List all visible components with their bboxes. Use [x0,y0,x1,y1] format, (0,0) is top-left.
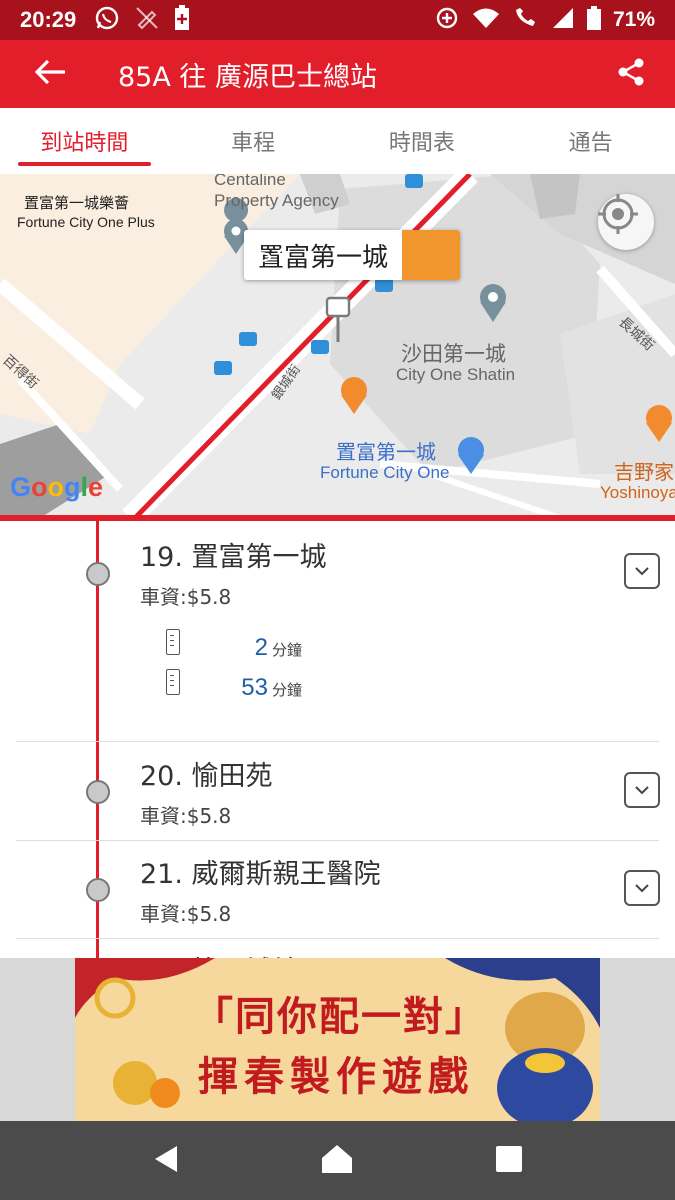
no-edit-icon [134,5,160,35]
battery-icon [586,6,601,34]
stop-dot [86,878,110,902]
map-label-fortune-city-en: Fortune City One [320,463,450,482]
back-button[interactable] [0,40,100,108]
system-nav-bar [0,1121,675,1200]
whatsapp-icon [94,5,120,35]
list-item-stop-21[interactable]: 21. 威爾斯親王醫院 車資:$5.8 [0,841,675,939]
map-label-fortune-plus-en: Fortune City One Plus [17,214,155,230]
stop-name: 21. 威爾斯親王醫院 [140,859,381,890]
eta-unit: 分鐘 [272,681,303,699]
nav-home-button[interactable] [307,1131,367,1191]
map-label-fortune-plus-zh: 置富第一城樂薈 [24,195,130,212]
stop-name: 20. 愉田苑 [140,761,273,792]
stop-fare: 車資:$5.8 [140,902,232,926]
ad-subheadline: 揮春製作遊戲 [198,1054,474,1100]
stop-list[interactable]: 19. 置富第一城 車資:$5.8 2 分鐘 53 分鐘 20. 愉田苑 車資:… [0,521,675,958]
map-label-city-one-zh: 沙田第一城 [401,343,506,366]
ad-banner[interactable]: 「同你配一對」 揮春製作遊戲 [75,958,600,1121]
list-item-stop-22[interactable]: 22. 第一城站 [0,939,675,958]
eta-value: 2 [254,634,268,661]
map-label-centaline: Centaline [214,174,286,189]
ad-headline: 「同你配一對」 [193,994,487,1040]
eta-unit: 分鐘 [272,641,303,659]
arrow-left-icon [33,58,67,90]
stop-dot [86,780,110,804]
eta-row: 2 分鐘 [166,629,302,662]
status-bar: 20:29 71% [0,0,675,40]
list-item-stop-19[interactable]: 19. 置富第一城 車資:$5.8 2 分鐘 53 分鐘 [0,521,675,741]
tab-bar: 到站時間 車程 時間表 通告 [0,108,675,174]
map-label-fortune-city-zh: 置富第一城 [336,442,436,464]
tab-arrival-time[interactable]: 到站時間 [0,108,169,174]
wifi-calling-icon [513,6,539,34]
route-map[interactable]: 置富第一城樂薈 Fortune City One Plus Centaline … [0,174,675,518]
map-label-property-agency: Property Agency [214,191,339,210]
tab-indicator [18,162,151,166]
ad-area: 「同你配一對」 揮春製作遊戲 [0,958,675,1121]
app-bar: 85A 往 廣源巴士總站 [0,40,675,108]
stop-dot [86,562,110,586]
wifi-icon [471,6,501,34]
list-item-stop-20[interactable]: 20. 愉田苑 車資:$5.8 [0,742,675,840]
map-label-city-one-en: City One Shatin [396,365,516,384]
battery-percent: 71% [612,8,655,31]
stop-callout[interactable]: 置富第一城 [244,230,461,280]
eta-row: 53 分鐘 [166,669,302,702]
battery-saver-icon [174,5,190,35]
chevron-down-icon [633,781,651,800]
share-button[interactable] [613,56,649,92]
google-logo: Google [10,472,104,502]
page-title: 85A 往 廣源巴士總站 [118,61,377,93]
chevron-down-icon [633,879,651,898]
map-label-yoshinoya-en: Yoshinoya [600,483,675,502]
callout-go-button[interactable] [249,230,461,280]
nav-recents-button[interactable] [479,1131,539,1191]
stop-name: 19. 置富第一城 [140,542,327,573]
triangle-back-icon [151,1143,181,1179]
ruler-icon [166,629,180,655]
expand-button[interactable] [624,870,660,906]
stop-fare: 車資:$5.8 [140,804,232,828]
eta-value: 53 [241,674,268,701]
expand-button[interactable] [624,772,660,808]
expand-button[interactable] [624,553,660,589]
tab-timetable[interactable]: 時間表 [338,108,507,174]
signal-icon [551,6,575,34]
status-time: 20:29 [20,7,77,32]
nav-back-button[interactable] [136,1131,196,1191]
chevron-down-icon [633,562,651,581]
map-label-yoshinoya-zh: 吉野家 [614,462,674,484]
data-saver-icon [435,6,459,34]
stop-name: 22. 第一城站 [140,949,300,958]
locate-button[interactable] [598,194,654,250]
ruler-icon [166,669,180,695]
stop-fare: 車資:$5.8 [140,585,232,609]
home-icon [320,1143,354,1179]
share-icon [616,57,646,91]
tab-notices[interactable]: 通告 [506,108,675,174]
tab-journey[interactable]: 車程 [169,108,338,174]
square-icon [495,1145,523,1177]
